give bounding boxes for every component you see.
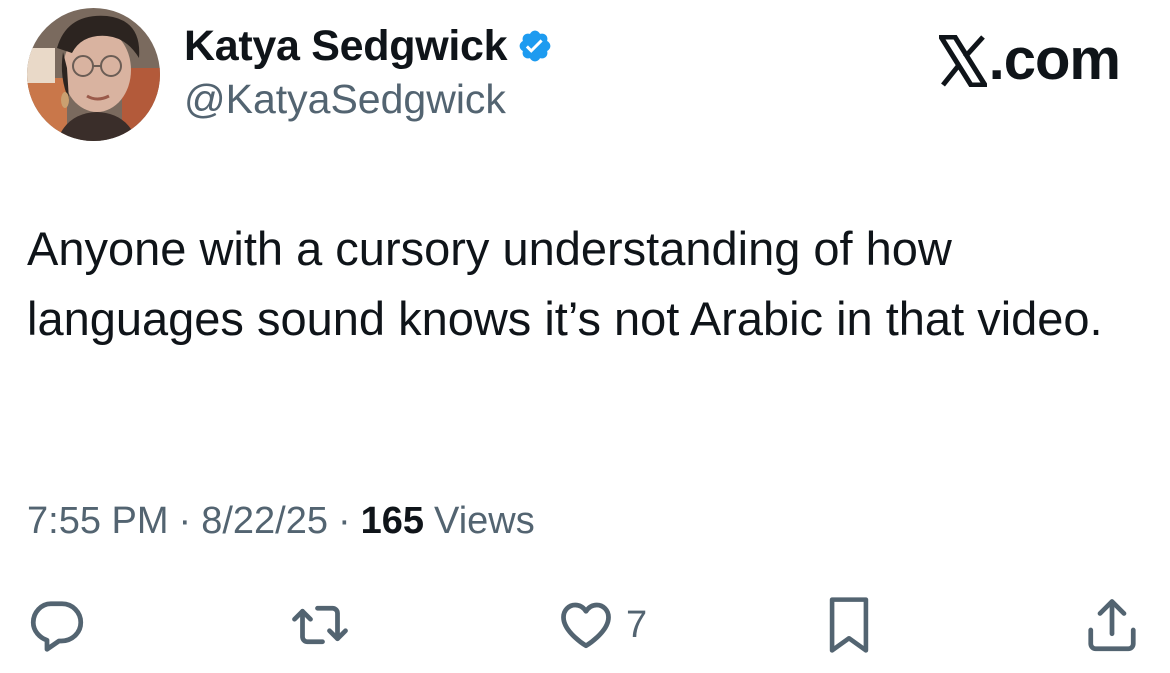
reply-icon <box>27 595 87 655</box>
meta-separator: · <box>178 500 192 542</box>
tweet-meta: 7:55 PM · 8/22/25 · 165 Views <box>27 500 535 543</box>
share-button[interactable] <box>1082 590 1142 660</box>
action-bar: 7 <box>0 590 1170 670</box>
x-brand-logo: .com <box>936 26 1121 93</box>
reply-button[interactable] <box>27 590 87 660</box>
views-label[interactable]: Views <box>434 500 535 543</box>
repost-icon <box>288 595 352 655</box>
tweet-date[interactable]: 8/22/25 <box>201 500 328 543</box>
tweet-card: Katya Sedgwick @KatyaSedgwick .com Anyon… <box>0 0 1170 673</box>
brand-domain-label: .com <box>988 27 1121 92</box>
heart-icon <box>556 595 616 655</box>
bookmark-icon <box>820 592 878 658</box>
meta-separator: · <box>337 500 351 542</box>
views-count[interactable]: 165 <box>361 500 424 543</box>
author-name-row[interactable]: Katya Sedgwick <box>184 20 553 72</box>
avatar[interactable] <box>27 8 160 141</box>
author-name[interactable]: Katya Sedgwick <box>184 22 508 71</box>
bookmark-button[interactable] <box>820 590 878 660</box>
share-icon <box>1082 594 1142 656</box>
like-count: 7 <box>626 603 648 646</box>
tweet-time[interactable]: 7:55 PM <box>27 500 169 543</box>
x-logo-icon <box>936 34 990 87</box>
repost-button[interactable] <box>288 590 352 660</box>
verified-badge-icon <box>517 28 553 64</box>
tweet-text: Anyone with a cursory understanding of h… <box>27 222 1103 345</box>
author-handle[interactable]: @KatyaSedgwick <box>184 76 506 123</box>
like-button[interactable]: 7 <box>556 590 647 660</box>
